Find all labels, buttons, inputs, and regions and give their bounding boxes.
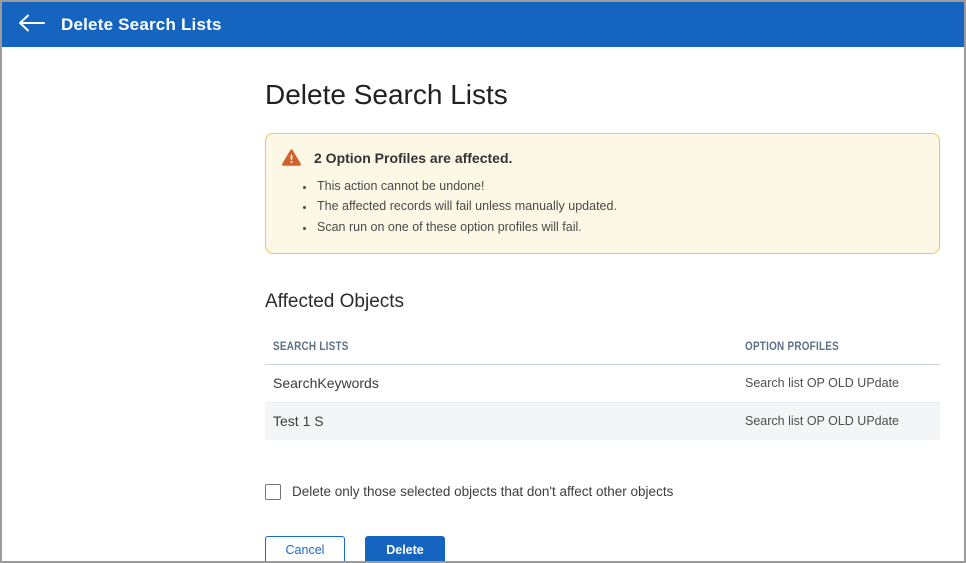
table-row: SearchKeywords Search list OP OLD UPdate — [265, 364, 940, 403]
content-container: Delete Search Lists 2 Option Profiles ar… — [265, 79, 940, 561]
back-arrow-icon — [18, 14, 45, 35]
table-header-row: SEARCH LISTS OPTION PROFILES — [265, 328, 940, 365]
warning-triangle-icon — [282, 149, 301, 166]
page-title: Delete Search Lists — [265, 79, 508, 110]
warning-header: 2 Option Profiles are affected. — [282, 149, 923, 166]
warning-bullet: The affected records will fail unless ma… — [315, 196, 923, 216]
top-bar-title: Delete Search Lists — [61, 14, 222, 34]
affected-objects-title: Affected Objects — [265, 290, 405, 312]
affected-objects-table: SEARCH LISTS OPTION PROFILES SearchKeywo… — [265, 328, 940, 440]
top-bar: Delete Search Lists — [2, 2, 964, 47]
table-row: Test 1 S Search list OP OLD UPdate — [265, 402, 940, 440]
action-buttons: Cancel Delete — [265, 535, 940, 561]
warning-title: 2 Option Profiles are affected. — [314, 149, 513, 166]
search-list-cell: Test 1 S — [265, 402, 737, 440]
warning-bullet: Scan run on one of these option profiles… — [315, 217, 923, 237]
warning-banner: 2 Option Profiles are affected. This act… — [265, 133, 940, 254]
column-header-option-profiles: OPTION PROFILES — [737, 328, 940, 365]
warning-list: This action cannot be undone! The affect… — [315, 176, 923, 237]
delete-search-lists-window: Delete Search Lists Delete Search Lists … — [0, 0, 966, 563]
back-button[interactable] — [18, 14, 45, 35]
delete-button[interactable]: Delete — [365, 535, 445, 561]
delete-option-row: Delete only those selected objects that … — [265, 483, 940, 500]
warning-bullet: This action cannot be undone! — [315, 176, 923, 196]
cancel-button[interactable]: Cancel — [265, 535, 345, 561]
option-profile-cell: Search list OP OLD UPdate — [737, 364, 940, 403]
search-list-cell: SearchKeywords — [265, 364, 737, 403]
main-content: Delete Search Lists 2 Option Profiles ar… — [2, 79, 964, 561]
option-profile-cell: Search list OP OLD UPdate — [737, 402, 940, 440]
only-safe-delete-checkbox[interactable] — [265, 483, 281, 500]
only-safe-delete-label[interactable]: Delete only those selected objects that … — [292, 484, 673, 499]
column-header-search-lists: SEARCH LISTS — [265, 328, 737, 365]
